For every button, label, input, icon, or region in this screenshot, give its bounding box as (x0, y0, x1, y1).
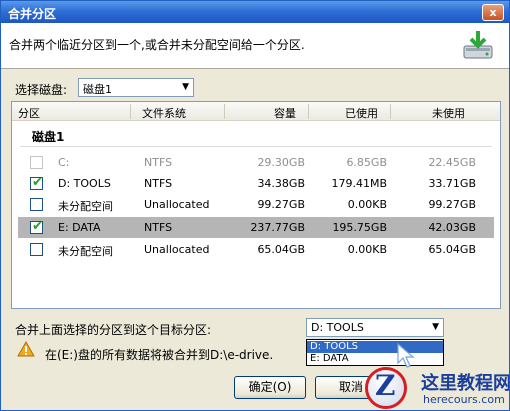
window-title: 合并分区 (8, 7, 57, 21)
divider (20, 146, 492, 147)
used-value: 0.00KB (347, 243, 387, 256)
column-divider[interactable] (130, 104, 131, 119)
capacity-value: 99.27GB (257, 198, 305, 211)
close-button[interactable]: x (482, 4, 504, 21)
partition-row[interactable]: ✔ E: DATA NTFS 237.77GB 195.75GB 42.03GB (18, 217, 494, 238)
column-divider[interactable] (224, 104, 225, 119)
column-divider[interactable] (390, 104, 391, 119)
partition-row[interactable]: C: NTFS 29.30GB 6.85GB 22.45GB (18, 152, 494, 173)
free-value: 22.45GB (428, 156, 476, 169)
file-system: Unallocated (144, 198, 210, 211)
file-system: NTFS (144, 177, 173, 190)
file-system: NTFS (144, 156, 173, 169)
partition-row[interactable]: ✔ D: TOOLS NTFS 34.38GB 179.41MB 33.71GB (18, 173, 494, 194)
partition-name: D: TOOLS (58, 177, 111, 190)
watermark-title: 这里教程网 (421, 373, 510, 394)
target-partition-value: D: TOOLS (311, 321, 364, 334)
site-watermark: Z 这里教程网 herecours.com (361, 363, 510, 410)
column-header-capacity[interactable]: 容量 (274, 105, 296, 121)
column-divider[interactable] (308, 104, 309, 119)
watermark-url: herecours.com (423, 393, 505, 406)
partition-checkbox[interactable] (30, 198, 43, 211)
disk-select[interactable]: 磁盘1 ▼ (78, 78, 194, 97)
partition-checkbox (30, 156, 43, 169)
warning-message: 在(E:)盘的所有数据将被合并到D:\e-drive. (45, 348, 274, 362)
capacity-value: 34.38GB (257, 177, 305, 190)
column-header-partition[interactable]: 分区 (18, 105, 40, 121)
checkmark-icon: ✔ (32, 175, 43, 190)
partition-name: C: (58, 156, 70, 169)
title-bar[interactable]: 合并分区 x (1, 1, 509, 23)
disk-group-label: 磁盘1 (32, 130, 65, 144)
column-header-used[interactable]: 已使用 (345, 105, 378, 121)
free-value: 42.03GB (428, 221, 476, 234)
partition-name: 未分配空间 (58, 245, 113, 258)
watermark-logo-letter: Z (375, 369, 396, 402)
partition-checkbox[interactable] (30, 243, 43, 256)
merge-partition-icon (463, 31, 493, 59)
partition-table[interactable]: 分区 文件系统 容量 已使用 未使用 磁盘1 C: NTFS 29.30GB 6.85… (11, 101, 501, 309)
partition-row[interactable]: 未分配空间 Unallocated 65.04GB 0.00KB 65.04GB (18, 239, 494, 260)
merge-partition-dialog: 合并分区 x 合并两个临近分区到一个,或合并未分配空间给一个分区. 选择磁盘: … (0, 0, 510, 411)
partition-checkbox[interactable]: ✔ (30, 219, 43, 234)
chevron-down-icon: ▼ (182, 82, 189, 92)
free-value: 99.27GB (428, 198, 476, 211)
partition-row[interactable]: 未分配空间 Unallocated 99.27GB 0.00KB 99.27GB (18, 194, 494, 215)
target-partition-select[interactable]: D: TOOLS ▼ (306, 318, 444, 337)
file-system: NTFS (144, 221, 173, 234)
partition-name: 未分配空间 (58, 200, 113, 213)
partition-checkbox[interactable]: ✔ (30, 175, 43, 190)
capacity-value: 29.30GB (257, 156, 305, 169)
partition-name: E: DATA (58, 221, 101, 234)
disk-select-label: 选择磁盘: (15, 83, 68, 97)
target-partition-dropdown[interactable]: D: TOOLS E: DATA (306, 339, 444, 366)
dropdown-option-tools[interactable]: D: TOOLS (307, 341, 443, 353)
used-value: 195.75GB (332, 221, 387, 234)
header-description: 合并两个临近分区到一个,或合并未分配空间给一个分区. (9, 38, 305, 52)
table-header: 分区 文件系统 容量 已使用 未使用 (12, 102, 500, 121)
checkmark-icon: ✔ (32, 219, 43, 234)
warning-icon (17, 341, 35, 357)
capacity-value: 237.77GB (250, 221, 305, 234)
dialog-header: 合并两个临近分区到一个,或合并未分配空间给一个分区. (1, 23, 509, 69)
ok-button[interactable]: 确定(O) (234, 376, 306, 399)
column-header-free[interactable]: 未使用 (432, 105, 465, 121)
file-system: Unallocated (144, 243, 210, 256)
target-partition-label: 合并上面选择的分区到这个目标分区: (15, 323, 212, 337)
free-value: 33.71GB (428, 177, 476, 190)
free-value: 65.04GB (428, 243, 476, 256)
used-value: 6.85GB (346, 156, 387, 169)
disk-select-value: 磁盘1 (83, 83, 112, 96)
used-value: 179.41MB (331, 177, 387, 190)
column-header-filesystem[interactable]: 文件系统 (142, 105, 186, 121)
capacity-value: 65.04GB (257, 243, 305, 256)
chevron-down-icon: ▼ (432, 322, 439, 332)
used-value: 0.00KB (347, 198, 387, 211)
